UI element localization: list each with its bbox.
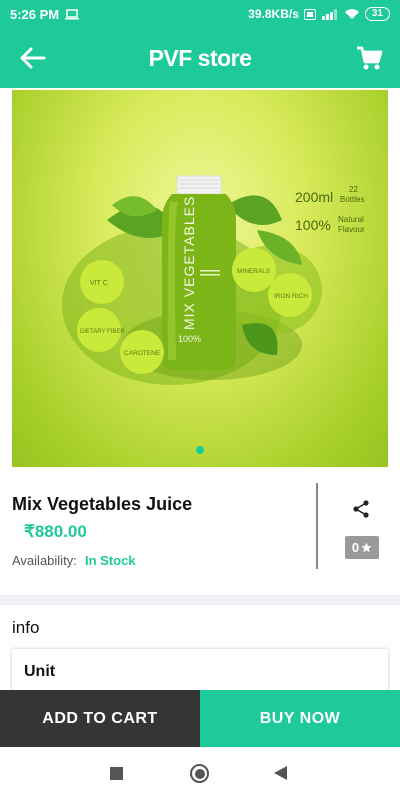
status-left: 5:26 PM [10,6,80,22]
add-to-cart-button[interactable]: ADD TO CART [0,690,200,747]
badge-carotene: CAROTENE [124,350,161,357]
cell-signal-icon [321,9,337,20]
badge-minerals: MINERALS [237,268,271,275]
status-bar: 5:26 PM 39.8KB/s 31 [0,0,400,28]
status-time: 5:26 PM [10,6,60,22]
share-button[interactable] [351,499,371,519]
natural-pct: 100% [295,217,331,233]
volume-text: 200ml [295,189,333,205]
bottle-label: MIX VEGETABLES [181,196,197,330]
home-icon[interactable] [190,764,209,783]
status-right: 39.8KB/s 31 [248,7,390,21]
back-button[interactable] [18,44,48,72]
rating-value: 0 [351,540,360,555]
flavour-word: Flavour [338,225,365,234]
bottles-word: Bottles [340,195,364,204]
natural-word: Natural [338,215,364,224]
badge-dietary-fiber: DIETARY FIBER [80,329,125,335]
unit-card[interactable]: Unit [12,649,388,695]
share-icon [353,500,369,518]
info-section: info Unit [0,605,400,695]
shopping-cart-icon [357,46,383,70]
recents-icon[interactable] [110,767,123,780]
product-image: MIX VEGETABLES 100% VIT C DIETARY FIBER … [62,175,365,385]
star-icon [361,542,372,553]
battery-indicator: 31 [364,7,390,21]
vertical-divider [316,483,318,569]
nav-back-icon[interactable] [274,766,287,780]
app-bar: PVF store [0,28,400,88]
arrow-left-icon [20,47,46,69]
app-title: PVF store [148,44,252,71]
badge-vit-c: VIT C [90,280,108,287]
rating-badge[interactable]: 0 [345,536,379,559]
badge-iron-rich: IRON RICH [274,293,308,300]
product-image-carousel[interactable]: MIX VEGETABLES 100% VIT C DIETARY FIBER … [12,90,388,467]
product-name: Mix Vegetables Juice [12,494,193,514]
buy-now-button[interactable]: BUY NOW [200,690,400,747]
carousel-dot[interactable] [196,446,204,454]
bottle-small-text: 100% [178,334,201,344]
availability-label: Availability: [12,553,77,568]
bottles-count: 22 [349,185,358,194]
action-bar: ADD TO CART BUY NOW [0,690,400,747]
wifi-icon [344,9,359,19]
unit-label: Unit [24,663,56,680]
laptop-icon [65,8,80,19]
system-nav-bar [0,747,400,800]
cart-button[interactable] [354,44,384,72]
availability-value: In Stock [85,553,136,568]
product-price: ₹880.00 [24,522,87,541]
volte-icon [303,8,316,20]
net-speed: 39.8KB/s [248,7,299,21]
section-divider [0,595,400,605]
product-info: Mix Vegetables Juice ₹880.00 Availabilit… [0,467,400,595]
info-title: info [12,618,40,637]
